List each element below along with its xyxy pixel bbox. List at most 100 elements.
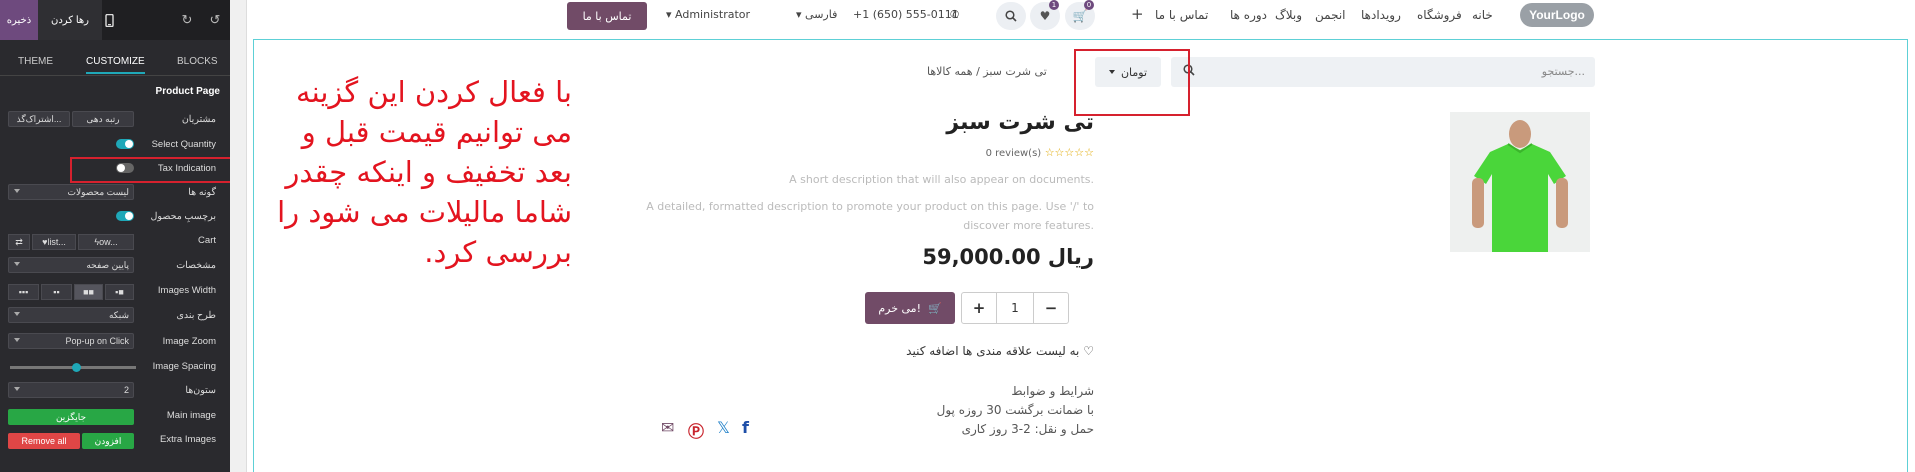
tab-blocks[interactable]: BLOCKS (177, 56, 218, 67)
short-description[interactable]: A short description that will also appea… (789, 173, 1094, 186)
specs-select[interactable]: پایین صفحه (8, 257, 134, 273)
decrease-quantity-button[interactable]: − (1034, 293, 1068, 323)
mobile-preview-icon[interactable] (100, 11, 118, 29)
extra-images-label: Extra Images (160, 434, 216, 445)
row-image-spacing: Image Spacing (0, 358, 230, 378)
cart-wishlist-option[interactable]: ♥ list... (32, 234, 76, 250)
quantity-input[interactable]: 1 (996, 293, 1034, 323)
breadcrumb-current: تی شرت سبز (983, 65, 1047, 78)
increase-quantity-button[interactable]: + (962, 293, 996, 323)
width-option-1[interactable]: ▪▪▪ (8, 284, 39, 300)
share-option[interactable]: اشتراک‌گذ... (8, 111, 70, 127)
undo-icon[interactable]: ↺ (206, 11, 224, 29)
email-share-icon[interactable]: ✉ (661, 418, 674, 437)
nav-contact[interactable]: تماس با ما (1155, 8, 1208, 22)
cart-button[interactable]: 🛒 0 (1065, 0, 1095, 30)
row-images-width: ▪▪▪ ▪▪ ■■ ▪■ Images Width (0, 282, 230, 302)
row-variants: لیست محصولات گونه ها (0, 184, 230, 204)
row-image-zoom: Pop-up on Click Image Zoom (0, 333, 230, 353)
image-zoom-select[interactable]: Pop-up on Click (8, 333, 134, 349)
replace-image-button[interactable]: جایگزین (8, 409, 134, 425)
wishlist-label: به لیست علاقه مندی ها اضافه کنید (906, 344, 1080, 358)
shipping-text: حمل و نقل: 2-3 روز کاری (961, 422, 1094, 436)
discard-button[interactable]: رها کردن (38, 0, 102, 40)
columns-select[interactable]: 2 (8, 382, 134, 398)
pinterest-share-icon[interactable]: Ⓟ (688, 418, 704, 442)
image-zoom-label: Image Zoom (162, 336, 216, 347)
tab-customize[interactable]: CUSTOMIZE (86, 56, 145, 74)
panel-toolbar: ذخیره رها کردن ↻ ↺ (0, 0, 230, 40)
language-select[interactable]: ▾ فارسی (796, 8, 837, 21)
tab-theme[interactable]: THEME (18, 56, 53, 67)
facebook-share-icon[interactable]: f (742, 418, 749, 437)
add-image-button[interactable]: افزودن (82, 433, 134, 449)
add-menu-icon[interactable]: + (1131, 5, 1144, 23)
row-customers: اشتراک‌گذ... رتبه دهی مشتریان (0, 111, 230, 131)
images-width-label: Images Width (157, 285, 216, 296)
heart-outline-icon: ♡ (1083, 344, 1094, 358)
width-option-2[interactable]: ▪▪ (41, 284, 72, 300)
user-menu[interactable]: ▾ Administrator (666, 8, 750, 21)
nav-events[interactable]: رویدادها (1361, 8, 1401, 22)
chevron-down-icon: ▾ (796, 8, 806, 21)
layout-label: طرح بندی (176, 310, 216, 321)
rating-option[interactable]: رتبه دهی (72, 111, 134, 127)
layout-select[interactable]: شبکه (8, 307, 134, 323)
row-select-quantity: Select Quantity (0, 136, 230, 156)
select-quantity-label: Select Quantity (151, 139, 216, 150)
select-quantity-toggle[interactable] (116, 139, 134, 149)
customize-panel: ذخیره رها کردن ↻ ↺ THEME CUSTOMIZE BLOCK… (0, 0, 238, 472)
cart-compare-option[interactable]: ⇄ (8, 234, 30, 250)
discard-label: رها کردن (50, 14, 89, 26)
cart-buynow-option[interactable]: ϟ ow... (78, 234, 134, 250)
remove-all-button[interactable]: Remove all (8, 433, 80, 449)
slider-handle[interactable] (71, 363, 81, 372)
product-rating[interactable]: 0 review(s) ☆☆☆☆☆ (982, 146, 1094, 159)
nav-shop[interactable]: فروشگاه (1417, 8, 1462, 22)
cart-count: 0 (1084, 0, 1094, 10)
add-to-cart-button[interactable]: می خرم! 🛒 (865, 292, 955, 324)
save-button[interactable]: ذخیره (0, 0, 38, 40)
cart-icon: 🛒 (1072, 9, 1088, 23)
variants-select[interactable]: لیست محصولات (8, 184, 134, 200)
buy-label: می خرم! (878, 301, 921, 315)
width-option-4[interactable]: ▪■ (105, 284, 134, 300)
row-main-image: جایگزین Main image (0, 407, 230, 427)
image-spacing-slider[interactable] (10, 363, 136, 372)
user-name: Administrator (675, 8, 751, 21)
image-spacing-label: Image Spacing (152, 361, 216, 372)
wishlist-button[interactable]: ♥ 1 (1030, 0, 1060, 30)
site-logo[interactable]: YourLogo (1520, 3, 1594, 27)
nav-courses[interactable]: دوره ها (1230, 8, 1267, 22)
twitter-share-icon[interactable]: 𝕏 (717, 418, 730, 437)
long-description-line2[interactable]: discover more features. (963, 219, 1094, 232)
nav-blog[interactable]: وبلاگ (1275, 8, 1302, 22)
breadcrumb: تی شرت سبز / همه کالاها (927, 65, 1047, 78)
product-search[interactable]: جستجو... (1171, 57, 1595, 87)
contact-us-button[interactable]: تماس با ما (567, 2, 647, 30)
columns-value: 2 (123, 385, 129, 395)
cart-label: Cart (198, 235, 216, 246)
heart-icon: ♥ (1039, 9, 1051, 23)
screen: ذخیره رها کردن ↻ ↺ THEME CUSTOMIZE BLOCK… (0, 0, 1915, 472)
width-option-3[interactable]: ■■ (74, 284, 103, 300)
product-tag-toggle[interactable] (116, 211, 134, 221)
cart-wishlist-label: list... (47, 237, 66, 247)
breadcrumb-all-products[interactable]: همه کالاها (927, 65, 973, 78)
add-to-wishlist-link[interactable]: به لیست علاقه مندی ها اضافه کنید ♡ (906, 344, 1094, 358)
terms-link[interactable]: شرایط و ضوابط (1011, 384, 1094, 398)
product-image[interactable] (1450, 112, 1590, 252)
quantity-stepper: + 1 − (961, 292, 1069, 324)
chevron-down-icon: ▾ (666, 8, 676, 21)
nav-forum[interactable]: انجمن (1315, 8, 1346, 22)
layout-value: شبکه (108, 309, 129, 320)
redo-icon[interactable]: ↻ (178, 11, 196, 29)
star-icons: ☆☆☆☆☆ (1044, 146, 1094, 159)
columns-label: ستون‌ها (185, 385, 216, 396)
variants-label: گونه ها (188, 187, 216, 198)
long-description-line1[interactable]: A detailed, formatted description to pro… (646, 200, 1094, 213)
cart-buynow-label: ow... (99, 237, 118, 247)
nav-home[interactable]: خانه (1472, 8, 1493, 22)
search-button[interactable] (996, 2, 1026, 30)
phone-number[interactable]: +1 (650) 555-0111 (853, 8, 959, 21)
